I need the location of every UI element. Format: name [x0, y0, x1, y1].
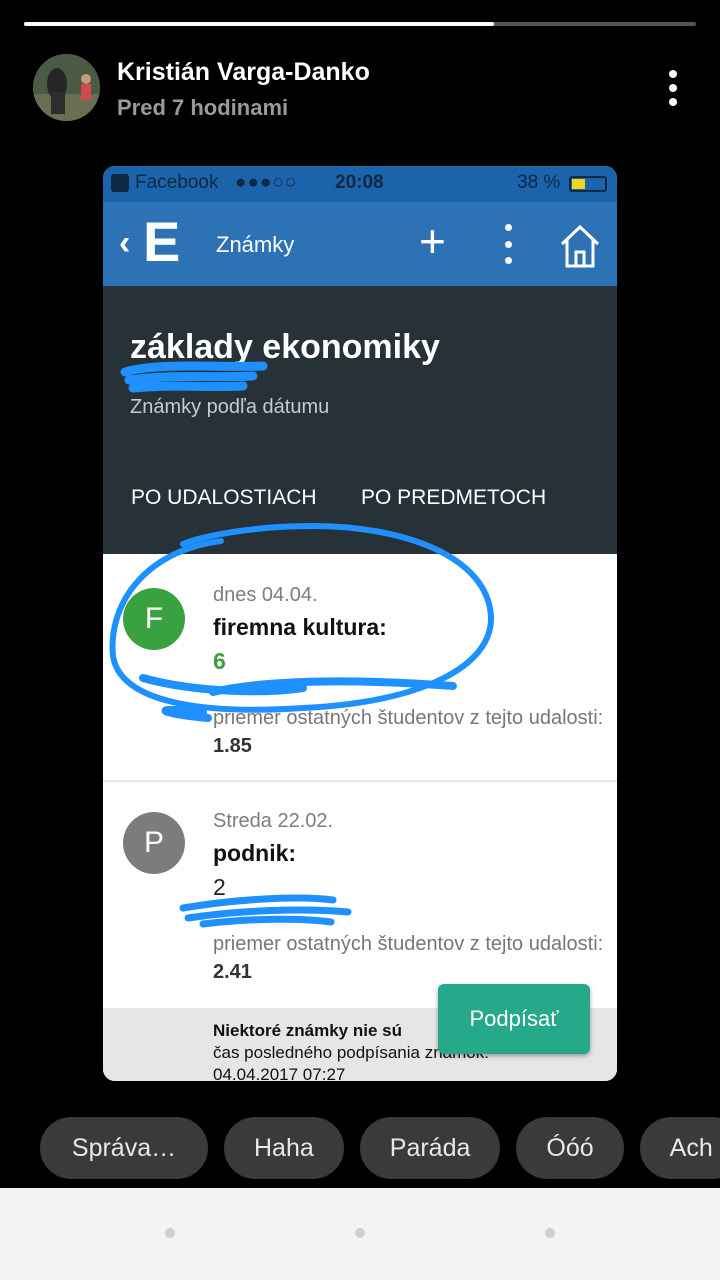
reaction-ooo-button[interactable]: Óóó	[516, 1117, 624, 1179]
notice-date: 04.04.2017 07:27	[213, 1065, 346, 1081]
grade-row[interactable]: P Streda 22.02. podnik: 2 priemer ostatn…	[103, 782, 617, 1008]
grade-avatar: P	[123, 812, 185, 874]
battery-percent: 38 %	[517, 172, 561, 193]
average-label: priemer ostatných študentov z tejto udal…	[213, 707, 604, 729]
grade-average: priemer ostatných študentov z tejto udal…	[213, 930, 613, 986]
tab-po-predmetoch[interactable]: PO PREDMETOCH	[361, 486, 546, 510]
status-app: Facebook	[135, 172, 219, 193]
subject-header: základy ekonomiky Známky podľa dátumu PO…	[103, 286, 617, 554]
tab-po-udalostiach[interactable]: PO UDALOSTIACH	[131, 486, 317, 510]
grade-name: podnik:	[213, 840, 297, 866]
sign-button[interactable]: Podpísať	[438, 984, 590, 1054]
story-author[interactable]: Kristián Varga-Danko	[117, 58, 370, 87]
nav-back-icon[interactable]	[165, 1228, 175, 1238]
grade-value: 6	[213, 648, 226, 674]
nav-home-icon[interactable]	[355, 1228, 365, 1238]
app-logo: E	[143, 210, 181, 273]
status-time: 20:08	[335, 172, 384, 193]
grade-avatar: F	[123, 588, 185, 650]
grade-date: Streda 22.02.	[213, 810, 334, 832]
reaction-haha-button[interactable]: Haha	[224, 1117, 344, 1179]
overflow-menu-icon[interactable]	[503, 224, 513, 264]
average-value: 1.85	[213, 735, 252, 757]
reaction-parada-button[interactable]: Paráda	[359, 1117, 501, 1179]
subject-title: základy ekonomiky	[130, 328, 440, 366]
grade-date: dnes 04.04.	[213, 584, 318, 606]
story-progress-fill	[24, 22, 495, 26]
signal-strength: ●●●○○	[235, 172, 298, 193]
more-options-icon[interactable]	[658, 66, 688, 110]
story-timestamp: Pred 7 hodinami	[117, 95, 289, 120]
add-icon[interactable]: +	[419, 218, 446, 264]
battery-icon	[569, 176, 607, 192]
grade-row[interactable]: F dnes 04.04. firemna kultura: 6 priemer…	[103, 554, 617, 782]
home-icon[interactable]	[559, 222, 601, 270]
navigation-bar	[0, 1188, 720, 1280]
grade-name: firemna kultura:	[213, 614, 387, 640]
app-toolbar: ‹ E Známky +	[103, 202, 617, 286]
back-icon[interactable]: ‹	[119, 224, 130, 263]
story-progress-bar	[24, 22, 696, 26]
nav-recent-icon[interactable]	[545, 1228, 555, 1238]
grade-value: 2	[213, 874, 226, 900]
facebook-icon	[111, 174, 129, 192]
grade-average: priemer ostatných študentov z tejto udal…	[213, 704, 613, 760]
reaction-ach-button[interactable]: Ach	[639, 1117, 720, 1179]
shared-screenshot: Facebook ●●●○○ 20:08 38 % ‹ E Známky + z…	[103, 166, 617, 1081]
reaction-bar: Správa… Haha Paráda Óóó Ach	[40, 1117, 720, 1179]
average-value: 2.41	[213, 961, 252, 983]
avatar-photo	[33, 54, 100, 121]
status-bar: Facebook ●●●○○ 20:08 38 %	[103, 166, 617, 202]
average-label: priemer ostatných študentov z tejto udal…	[213, 933, 604, 955]
subject-subtitle: Známky podľa dátumu	[130, 396, 330, 418]
avatar[interactable]	[33, 54, 100, 121]
message-reply-button[interactable]: Správa…	[40, 1117, 208, 1179]
toolbar-title: Známky	[216, 232, 295, 257]
